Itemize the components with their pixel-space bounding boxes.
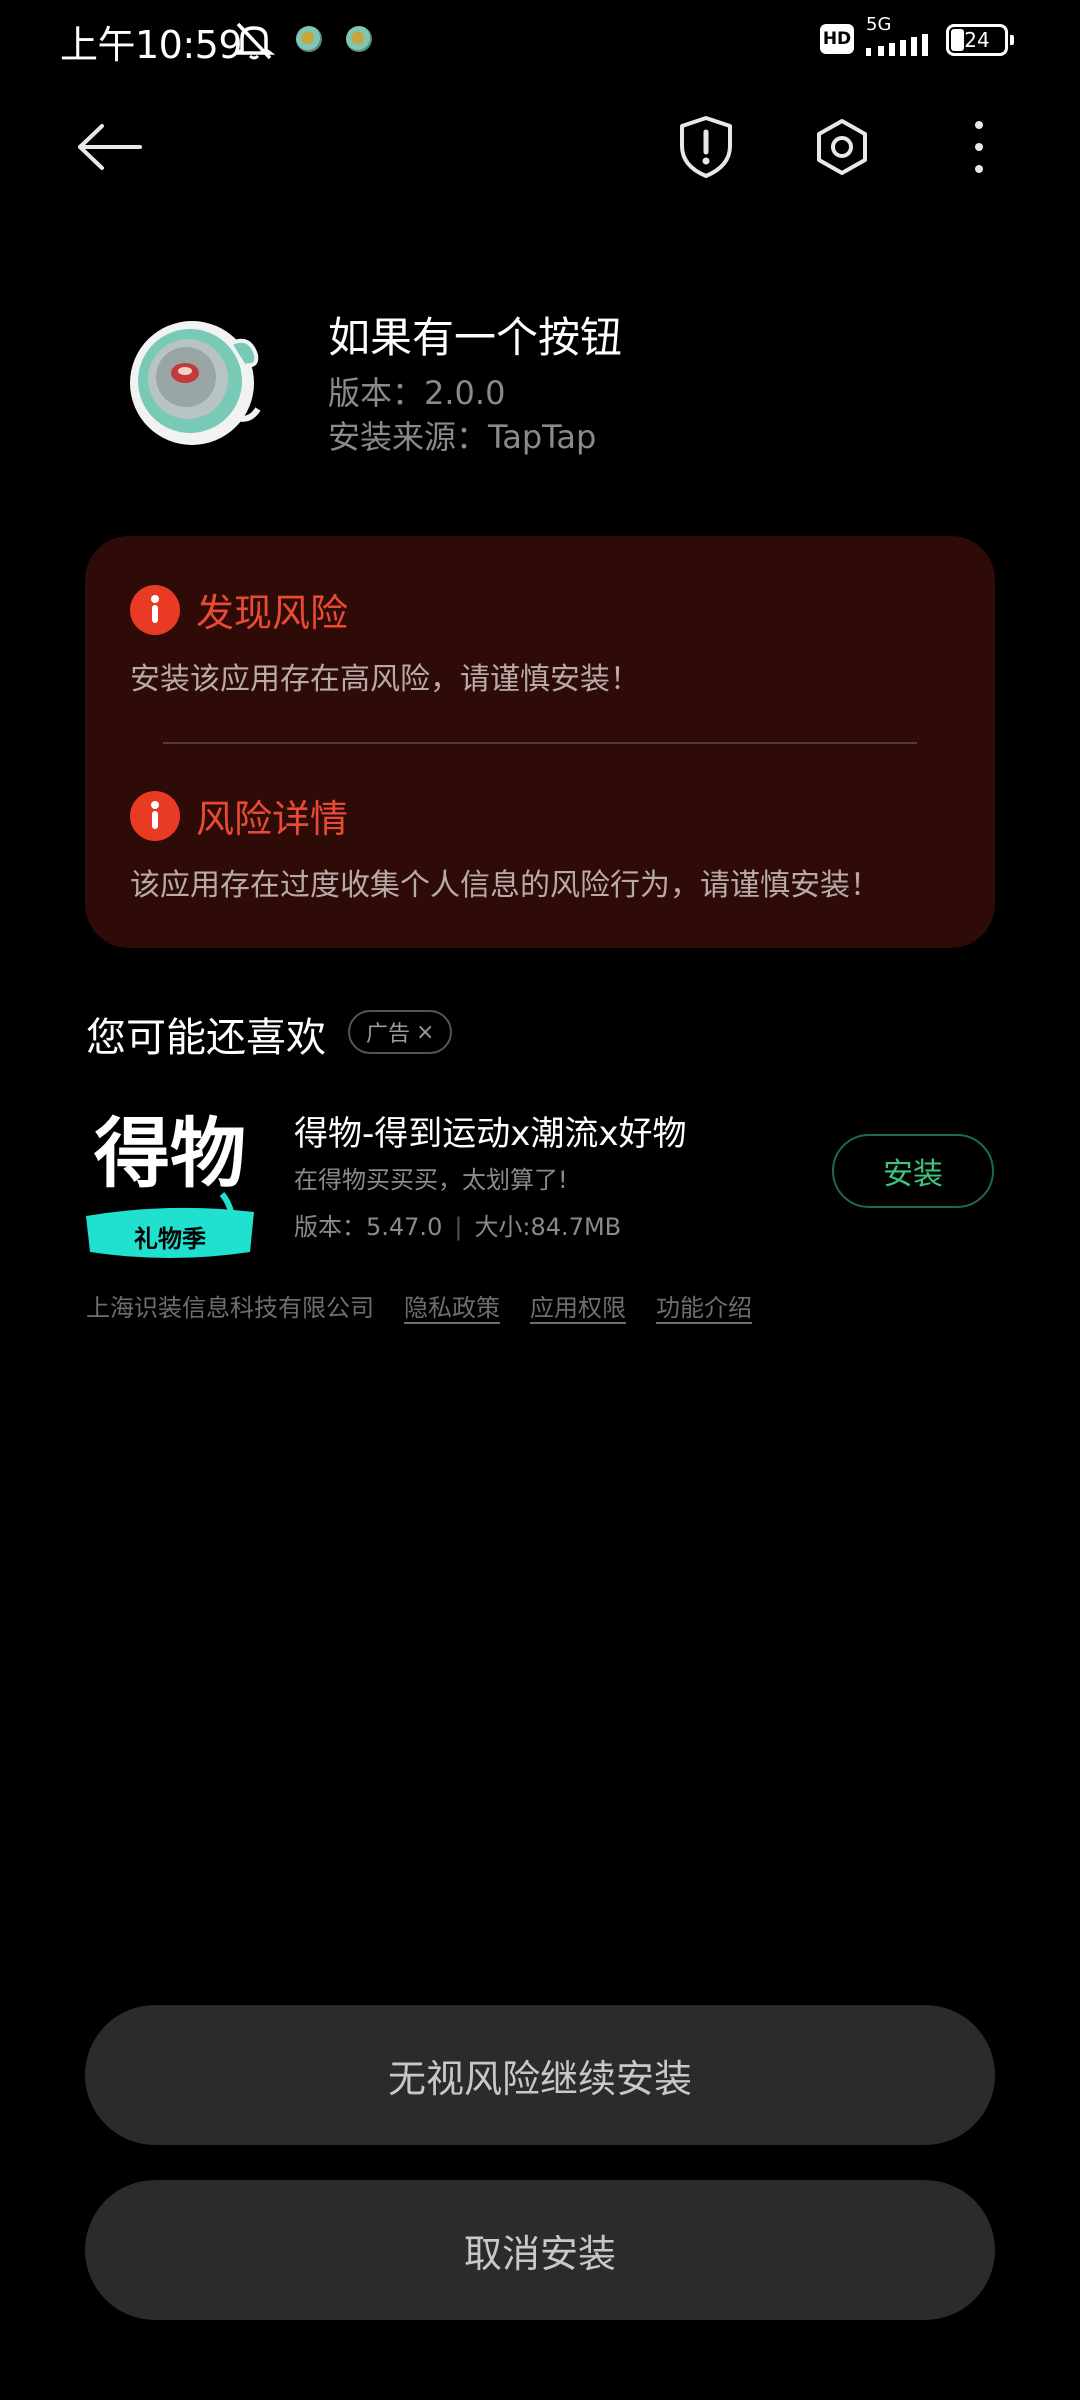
more-options-button[interactable] [934, 102, 1024, 192]
developer-links: 上海识装信息科技有限公司 隐私政策 应用权限 功能介绍 [86, 1288, 752, 1323]
cancel-install-button[interactable]: 取消安装 [85, 2180, 995, 2320]
features-link[interactable]: 功能介绍 [656, 1288, 752, 1323]
recommended-app-slogan: 在得物买买买，太划算了! [294, 1166, 568, 1194]
info-icon [130, 790, 180, 841]
recommended-app-icon[interactable]: 得物 礼物季 [84, 1102, 256, 1260]
recommend-heading: 您可能还喜欢 [86, 1015, 326, 1061]
notification-app-icon [346, 26, 372, 52]
install-source: 安装来源：TapTap [328, 418, 597, 456]
app-icon [130, 321, 261, 445]
shield-alert-icon [680, 116, 732, 178]
arrow-left-icon [78, 124, 142, 170]
risk-warning-card: 发现风险 安装该应用存在高风险，请谨慎安装！ 风险详情 该应用存在过度收集个人信… [85, 536, 995, 948]
network-type: 5G [866, 14, 892, 35]
risk-found-header: 发现风险 [130, 582, 348, 637]
developer-name: 上海识装信息科技有限公司 [86, 1294, 374, 1322]
settings-icon [817, 119, 867, 175]
info-icon [130, 584, 180, 635]
risk-detail-description: 该应用存在过度收集个人信息的风险行为，请谨慎安装！ [130, 868, 880, 903]
recommended-app-size: 大小:84.7MB [474, 1213, 622, 1241]
status-time: 上午10:59 [60, 23, 243, 67]
back-button[interactable] [66, 102, 156, 192]
ad-label: 广告 [366, 1022, 411, 1047]
separator: | [454, 1213, 463, 1241]
settings-button[interactable] [797, 102, 887, 192]
risk-found-title: 发现风险 [196, 591, 349, 635]
app-version: 版本：2.0.0 [328, 374, 506, 412]
security-button[interactable] [661, 102, 751, 192]
risk-detail-title: 风险详情 [196, 797, 349, 841]
install-button[interactable]: 安装 [832, 1134, 994, 1208]
ad-tag[interactable]: 广告 × [348, 1010, 453, 1054]
app-permissions-link[interactable]: 应用权限 [530, 1288, 626, 1323]
close-icon[interactable]: × [416, 1020, 434, 1045]
more-vertical-icon [975, 121, 983, 173]
continue-install-button[interactable]: 无视风险继续安装 [85, 2005, 995, 2145]
risk-detail-header: 风险详情 [130, 788, 348, 843]
notifications-muted-icon [232, 22, 276, 60]
recommended-app-title[interactable]: 得物-得到运动x潮流x好物 [294, 1106, 687, 1155]
battery-icon: 24 [946, 24, 1014, 56]
divider [163, 742, 917, 744]
notification-app-icon [296, 26, 322, 52]
risk-found-description: 安装该应用存在高风险，请谨慎安装！ [130, 662, 640, 697]
app-name: 如果有一个按钮 [328, 313, 623, 362]
recommended-app-icon-subtext: 礼物季 [134, 1225, 206, 1253]
recommended-app-icon-text: 得物 [94, 1109, 246, 1198]
status-bar: 上午10:59 HD 5G 24 [0, 0, 1080, 76]
privacy-policy-link[interactable]: 隐私政策 [404, 1288, 500, 1323]
recommended-app-version: 版本：5.47.0 [294, 1213, 443, 1241]
battery-percent: 24 [964, 28, 990, 52]
recommended-app-info: 版本：5.47.0 | 大小:84.7MB [294, 1207, 621, 1242]
signal-icon [866, 34, 928, 56]
hd-icon: HD [820, 24, 854, 54]
